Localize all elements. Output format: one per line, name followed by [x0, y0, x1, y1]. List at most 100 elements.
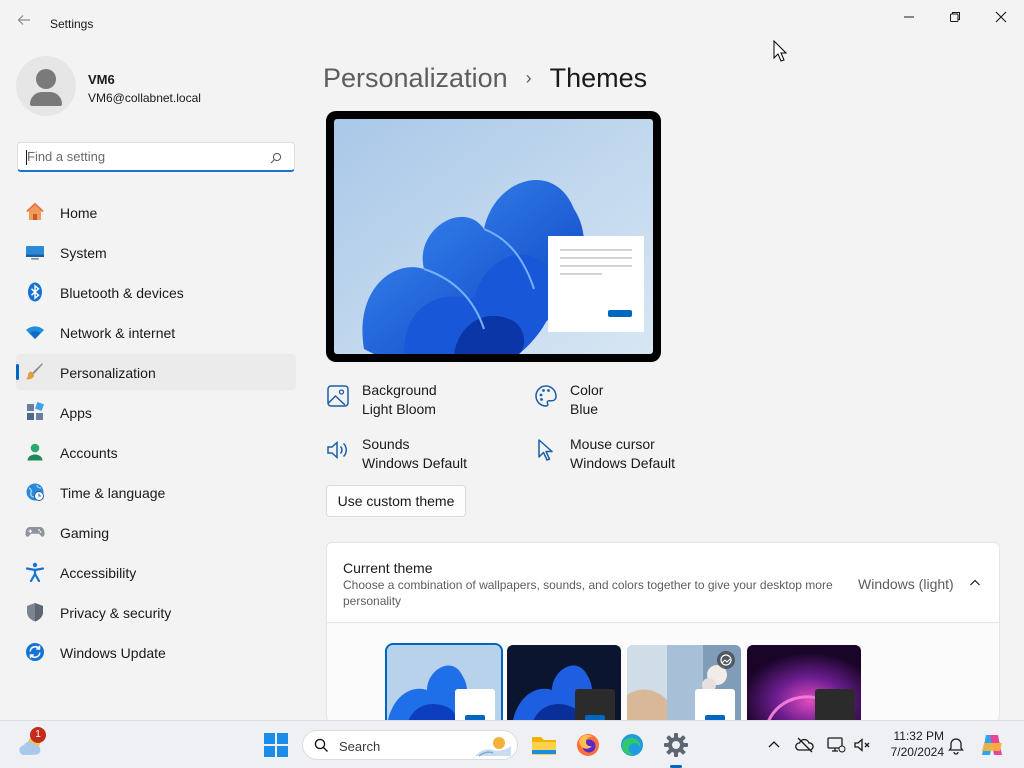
sidebar-item-label: Accounts — [60, 445, 118, 461]
minimize-button[interactable] — [886, 6, 932, 28]
theme-thumbnail-glow[interactable] — [747, 645, 861, 721]
current-theme-description: Choose a combination of wallpapers, soun… — [343, 578, 833, 608]
theme-properties: Background Light Bloom Color Blue Sounds… — [326, 382, 726, 482]
bluetooth-icon — [25, 282, 45, 302]
volume-muted-icon[interactable] — [852, 735, 872, 755]
apps-icon — [25, 402, 45, 422]
sidebar-item-time-language[interactable]: Time & language — [16, 474, 296, 510]
current-theme-title: Current theme — [343, 560, 433, 576]
sidebar-item-accounts[interactable]: Accounts — [16, 434, 296, 470]
palette-icon — [534, 384, 558, 408]
app-title: Settings — [50, 17, 94, 31]
theme-thumbnail-spotlight[interactable] — [627, 645, 741, 721]
user-name: VM6 — [88, 72, 115, 87]
sidebar-item-label: Time & language — [60, 485, 166, 501]
prop-title: Sounds — [362, 436, 410, 452]
clock-date: 7/20/2024 — [890, 745, 944, 759]
background-setting[interactable]: Background Light Bloom — [326, 382, 526, 422]
search-box[interactable] — [17, 142, 295, 172]
sidebar-item-network[interactable]: Network & internet — [16, 314, 296, 350]
system-icon — [25, 242, 45, 262]
windows-update-icon — [25, 642, 45, 662]
theme-preview — [326, 111, 661, 362]
sidebar-item-privacy-security[interactable]: Privacy & security — [16, 594, 296, 630]
current-theme-card: Current theme Choose a combination of wa… — [326, 542, 1000, 722]
notification-badge: 1 — [30, 727, 46, 743]
sidebar-item-home[interactable]: Home — [16, 194, 296, 230]
window-preview — [455, 689, 495, 721]
sidebar-item-label: Gaming — [60, 525, 110, 541]
sidebar-item-label: Network & internet — [60, 325, 176, 341]
sidebar-item-label: Accessibility — [60, 565, 137, 581]
use-custom-theme-button[interactable]: Use custom theme — [326, 485, 466, 517]
prop-value: Light Bloom — [362, 401, 436, 417]
copilot-icon[interactable] — [980, 733, 1004, 757]
edge-icon[interactable] — [618, 731, 646, 759]
search-input[interactable] — [27, 149, 257, 164]
theme-thumbnail-windows-light[interactable] — [385, 643, 503, 721]
sidebar-item-system[interactable]: System — [16, 234, 296, 270]
system-clock[interactable]: 11:32 PM 7/20/2024 — [880, 728, 944, 760]
sidebar-item-bluetooth[interactable]: Bluetooth & devices — [16, 274, 296, 310]
wifi-icon — [25, 322, 45, 342]
network-monitor-icon[interactable] — [826, 735, 846, 755]
gear-icon — [664, 733, 688, 757]
home-icon — [25, 202, 45, 222]
taskbar: 1 Search 11:32 PM 7/20/2024 — [0, 720, 1024, 768]
settings-app-icon[interactable] — [662, 731, 690, 768]
taskbar-search[interactable]: Search — [302, 730, 518, 760]
onedrive-offline-icon[interactable] — [795, 735, 815, 755]
spotlight-badge-icon — [717, 651, 735, 669]
selection-indicator — [16, 364, 19, 380]
page-title: Themes — [549, 62, 648, 93]
sidebar-item-label: Apps — [60, 405, 92, 421]
chevron-up-icon[interactable] — [764, 735, 784, 755]
window-preview — [695, 689, 735, 721]
windows-logo-icon — [264, 733, 288, 757]
theme-thumbnail-windows-dark[interactable] — [507, 645, 621, 721]
notification-bell-icon[interactable] — [946, 735, 966, 755]
theme-gallery — [327, 623, 999, 721]
speaker-icon — [326, 438, 350, 462]
accessibility-icon — [25, 562, 45, 583]
sidebar-item-label: System — [60, 245, 107, 261]
window-preview — [815, 689, 855, 721]
minimize-icon — [904, 16, 914, 18]
breadcrumb: Personalization › Themes — [323, 58, 647, 98]
sidebar-item-personalization[interactable]: Personalization — [16, 354, 296, 390]
sidebar-item-windows-update[interactable]: Windows Update — [16, 634, 296, 670]
start-button[interactable] — [264, 733, 288, 762]
sidebar-item-label: Bluetooth & devices — [60, 285, 184, 301]
paintbrush-icon — [25, 362, 45, 382]
shield-icon — [25, 602, 45, 622]
chevron-up-icon[interactable] — [969, 576, 981, 594]
sidebar-item-accessibility[interactable]: Accessibility — [16, 554, 296, 590]
window-preview — [575, 689, 615, 721]
user-profile[interactable]: VM6 VM6@collabnet.local — [16, 56, 296, 116]
back-arrow-icon[interactable] — [16, 12, 32, 28]
firefox-icon[interactable] — [574, 731, 602, 759]
file-explorer-icon[interactable] — [530, 731, 558, 759]
close-icon — [995, 11, 1007, 23]
prop-title: Mouse cursor — [570, 436, 655, 452]
sidebar-nav: Home System Bluetooth & devices Network … — [16, 194, 296, 674]
close-button[interactable] — [978, 6, 1024, 28]
sidebar-item-apps[interactable]: Apps — [16, 394, 296, 430]
mouse-cursor-setting[interactable]: Mouse cursor Windows Default — [534, 436, 734, 476]
sidebar-item-gaming[interactable]: Gaming — [16, 514, 296, 550]
prop-value: Windows Default — [362, 455, 468, 471]
mouse-pointer-icon — [773, 39, 788, 67]
search-icon[interactable] — [270, 151, 282, 169]
restore-button[interactable] — [932, 6, 978, 28]
time-language-icon — [25, 482, 45, 502]
search-icon — [314, 738, 329, 758]
sounds-setting[interactable]: Sounds Windows Default — [326, 436, 526, 476]
color-setting[interactable]: Color Blue — [534, 382, 734, 422]
gamepad-icon — [25, 522, 45, 542]
prop-title: Background — [362, 382, 437, 398]
current-theme-header[interactable]: Current theme Choose a combination of wa… — [327, 543, 999, 623]
breadcrumb-parent[interactable]: Personalization — [323, 63, 508, 94]
weather-widget[interactable]: 1 — [18, 727, 46, 759]
title-bar: Settings — [0, 0, 1024, 40]
current-theme-value: Windows (light) — [858, 576, 954, 592]
